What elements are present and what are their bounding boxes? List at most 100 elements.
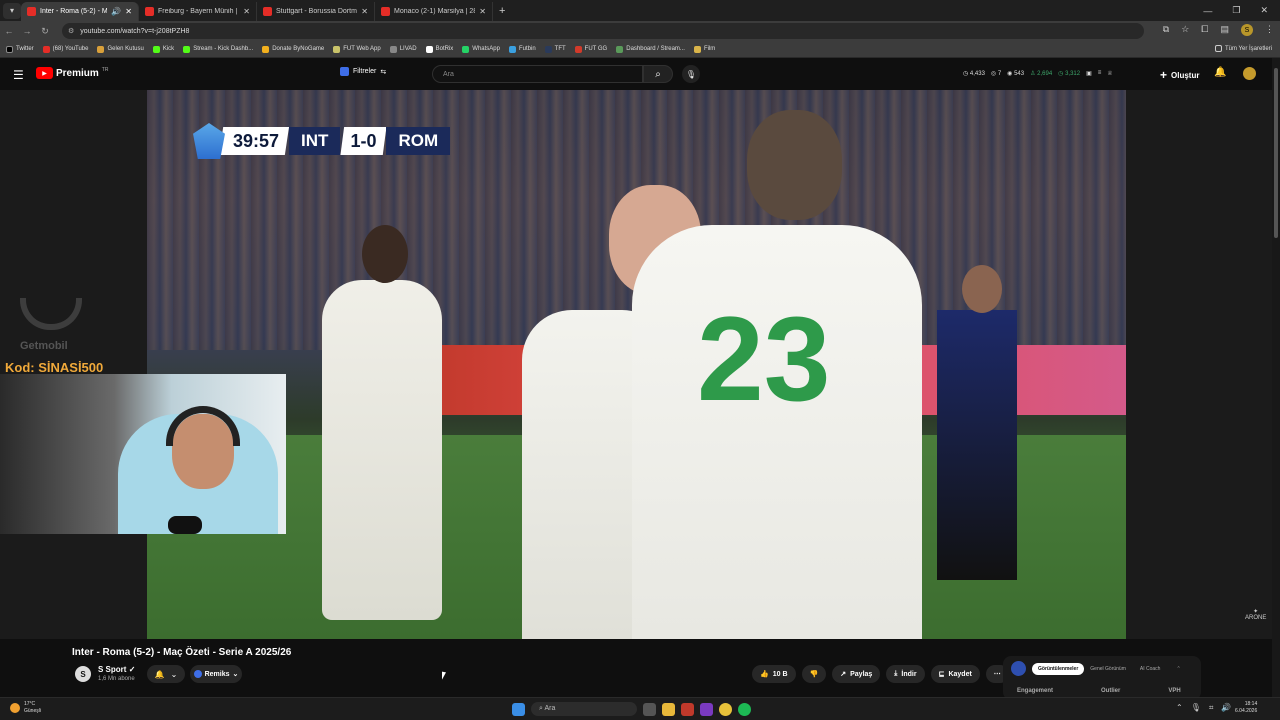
tab-inter-roma[interactable]: Inter - Roma (5-2) - Maç Ö 🔊 ✕ (21, 2, 139, 21)
bookmark-kick[interactable]: Kick (152, 45, 174, 53)
bookmark-kick-dashboard[interactable]: Stream - Kick Dashb... (183, 45, 254, 53)
chevron-down-icon: ⌄ (232, 671, 239, 678)
system-clock[interactable]: 18:14 6.04.2026 (1235, 701, 1257, 715)
mic-tray-icon[interactable]: 🎙 (1191, 703, 1201, 713)
bookmark-star-icon[interactable]: ☆ (1181, 24, 1189, 36)
forward-icon[interactable]: → (18, 26, 36, 36)
tab-overview[interactable]: Genel Görünüm (1090, 666, 1126, 672)
bookmark-futbin[interactable]: Futbin (508, 45, 536, 53)
file-explorer-icon[interactable] (662, 702, 675, 716)
bookmark-twitter[interactable]: Twitter (6, 45, 34, 53)
time-stat: ◷ 3,312 (1058, 71, 1081, 77)
bookmark-fut-web-app[interactable]: FUT Web App (333, 45, 381, 53)
bookmark-gelen-kutusu[interactable]: Gelen Kutusu (97, 45, 144, 53)
network-icon[interactable]: ⌗ (1209, 703, 1214, 713)
search-input[interactable]: Ara (432, 65, 643, 83)
url-text: youtube.com/watch?v=t-j208tPZH8 (80, 27, 190, 35)
search-button[interactable]: ⌕ (643, 65, 673, 83)
profile-avatar[interactable]: S (1241, 24, 1253, 36)
list-icon[interactable]: ≡ (1098, 70, 1102, 77)
windows-start-icon[interactable] (512, 702, 525, 716)
tab-search-button[interactable]: ▾ (3, 2, 21, 19)
app-icon-red[interactable] (681, 702, 694, 716)
extensions-icon[interactable]: ⧠ (1201, 24, 1208, 36)
sun-icon (10, 703, 20, 713)
minimize-icon[interactable]: — (1203, 6, 1212, 16)
channel-name[interactable]: S Sport ✓ (98, 665, 135, 674)
tab-views[interactable]: Görüntülenmeler (1032, 662, 1085, 675)
notifications-bell-icon[interactable]: 🔔 (1214, 67, 1226, 78)
close-window-icon[interactable]: ✕ (1260, 5, 1268, 16)
bookmark-donate[interactable]: Donate ByNoGame (262, 45, 324, 53)
spotify-icon[interactable] (738, 702, 751, 716)
bookmark-whatsapp[interactable]: WhatsApp (462, 45, 500, 53)
bookmark-film[interactable]: Film (693, 45, 715, 53)
menu-icon[interactable]: ☰ (13, 68, 24, 82)
inter-player-head (962, 265, 1002, 313)
taskbar-search[interactable]: ⌕ Ara (531, 702, 637, 716)
bookmark-stream-dashboard[interactable]: Dashboard / Stream... (616, 45, 685, 53)
bookmark-label: FUT GG (584, 46, 608, 52)
tab-ai-coach[interactable]: AI Coach (1140, 666, 1161, 672)
site-info-icon[interactable]: ⚙ (68, 27, 74, 35)
bookmark-tft[interactable]: TFT (544, 45, 566, 53)
botrix-icon (425, 45, 433, 53)
browser-menu-icon[interactable]: ⋮ (1265, 24, 1274, 36)
youtube-logo[interactable]: ▶ Premium TR (36, 67, 108, 79)
close-tab-icon[interactable]: ✕ (125, 7, 132, 16)
create-button[interactable]: + Oluştur (1160, 68, 1199, 82)
chevron-down-icon: ⌄ (170, 669, 178, 679)
remix-button[interactable]: Remiks ⌄ (190, 665, 242, 683)
url-field[interactable]: ⚙ youtube.com/watch?v=t-j208tPZH8 (62, 23, 1144, 39)
youtube-play-icon: ▶ (36, 67, 53, 79)
dislike-button[interactable]: 👎 (801, 665, 827, 683)
chevron-up-icon[interactable]: ⌃ (1176, 666, 1180, 672)
bookmark-botrix[interactable]: BotRix (425, 45, 454, 53)
channel-avatar[interactable]: S (75, 666, 91, 682)
bookmark-label: BotRix (435, 46, 454, 52)
voice-search-button[interactable]: 🎙 (682, 65, 700, 83)
task-view-icon[interactable] (643, 702, 656, 716)
speaker-icon[interactable]: 🔊 (111, 7, 121, 16)
volume-icon[interactable]: 🔊 (1221, 703, 1231, 713)
watermark-text: ARONE (1245, 615, 1267, 621)
reload-icon[interactable]: ↻ (36, 26, 54, 37)
futgg-icon (574, 45, 582, 53)
save-button[interactable]: ⊑ Kaydet (930, 665, 980, 683)
sponsor-brand: Getmobil (20, 340, 68, 352)
bookmark-fut-gg[interactable]: FUT GG (574, 45, 608, 53)
cast-icon[interactable]: ⧉ (1163, 24, 1169, 36)
restore-icon[interactable]: ❐ (1232, 5, 1240, 16)
tab-stuttgart-dortmund[interactable]: Stuttgart - Borussia Dortmund ✕ (257, 2, 375, 21)
like-button[interactable]: 👍 10 B (752, 665, 796, 683)
close-tab-icon[interactable]: ✕ (361, 7, 368, 16)
new-tab-icon[interactable]: + (499, 5, 505, 17)
trophy-icon[interactable]: ♕ (1107, 70, 1112, 77)
tab-monaco-marsilya[interactable]: Monaco (2-1) Marsilya | 28. Haf ✕ (375, 2, 493, 21)
close-tab-icon[interactable]: ✕ (479, 7, 486, 16)
chrome-icon[interactable] (719, 702, 732, 716)
subscribed-bell-button[interactable]: 🔔 ⌄ (147, 665, 185, 683)
video-player[interactable]: 23 39:57 INT 1-0 ROM (147, 90, 1126, 639)
all-bookmarks[interactable]: Tüm Yer İşaretleri (1214, 45, 1272, 52)
app-icon-purple[interactable] (700, 702, 713, 716)
filters-button[interactable]: Filtreler ⇆ (340, 67, 386, 76)
sidebar-icon[interactable]: ▤ (1220, 24, 1229, 36)
bookmark-youtube[interactable]: (68) YouTube (42, 45, 88, 53)
close-tab-icon[interactable]: ✕ (243, 7, 250, 16)
extension-icon[interactable]: ▣ (1086, 70, 1092, 77)
tab-freiburg-bayern[interactable]: Freiburg - Bayern Münih | Bund ✕ (139, 2, 257, 21)
scrollbar-thumb[interactable] (1274, 68, 1278, 238)
account-avatar[interactable] (1243, 67, 1256, 80)
page-scrollbar[interactable] (1272, 58, 1280, 697)
share-button[interactable]: ↗ Paylaş (832, 665, 881, 683)
weather-widget[interactable]: 17°C Güneşli (10, 701, 41, 715)
download-button[interactable]: ⤓ İndir (886, 665, 925, 683)
mail-icon (97, 45, 105, 53)
bookmark-label: WhatsApp (472, 46, 500, 52)
bookmark-livad[interactable]: LIVAD (389, 45, 417, 53)
tray-chevron-icon[interactable]: ⌃ (1176, 703, 1183, 713)
back-icon[interactable]: ← (0, 26, 18, 36)
bookmark-label: Stream - Kick Dashb... (193, 46, 254, 52)
kick-icon (152, 45, 160, 53)
